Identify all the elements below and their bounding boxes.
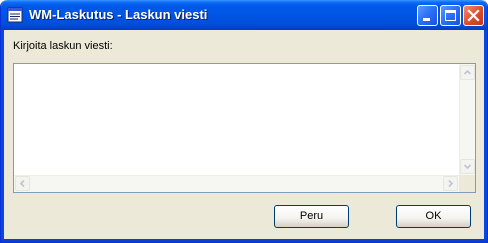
message-label: Kirjoita laskun viesti: [13, 40, 113, 52]
window-frame-bottom [1, 239, 487, 242]
scrollbar-corner [459, 175, 475, 192]
close-button[interactable] [463, 5, 484, 26]
document-list-icon [7, 7, 23, 23]
scroll-left-button[interactable] [15, 176, 30, 191]
scroll-right-button[interactable] [443, 176, 458, 191]
window-frame-left [1, 30, 4, 242]
scroll-down-button[interactable] [460, 159, 475, 174]
vertical-scrollbar[interactable] [459, 64, 475, 175]
window-frame-right [484, 30, 487, 242]
message-textarea[interactable] [13, 63, 476, 193]
minimize-button[interactable] [417, 5, 438, 26]
maximize-button[interactable] [440, 5, 461, 26]
horizontal-scrollbar[interactable] [14, 175, 459, 192]
window-title: WM-Laskutus - Laskun viesti [29, 7, 208, 22]
title-bar[interactable]: WM-Laskutus - Laskun viesti [1, 0, 487, 30]
dialog-window: WM-Laskutus - Laskun viesti Kirjoita las… [0, 0, 488, 243]
scroll-up-button[interactable] [460, 65, 475, 80]
ok-button[interactable]: OK [396, 205, 471, 228]
cancel-button[interactable]: Peru [274, 205, 349, 228]
